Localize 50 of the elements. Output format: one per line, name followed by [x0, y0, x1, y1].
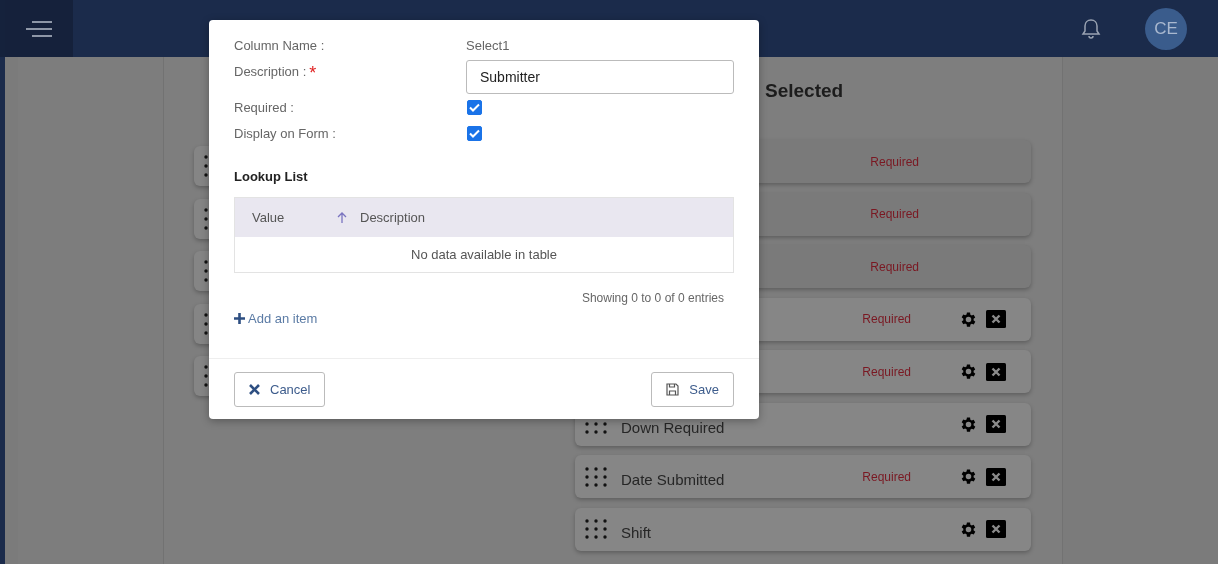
close-icon[interactable] [986, 520, 1006, 538]
save-icon [666, 382, 680, 396]
section-title: Lookup List [234, 169, 309, 184]
plus-icon [234, 313, 245, 324]
drag-handle-icon[interactable] [585, 519, 607, 539]
drag-handle-icon[interactable] [585, 466, 607, 487]
required-label: Required [870, 259, 919, 274]
checkbox[interactable] [467, 99, 482, 115]
field-label: Date Submitted [621, 470, 726, 488]
field-label: Column Name : [234, 37, 326, 53]
empty-table-message: No data available in table [411, 247, 557, 262]
field-card[interactable]: Shift [575, 507, 1031, 551]
cancel-button[interactable]: Cancel [234, 371, 326, 407]
close-icon[interactable] [986, 362, 1006, 381]
drag-handle-icon[interactable] [204, 207, 208, 230]
close-icon [249, 383, 260, 395]
close-icon[interactable] [986, 310, 1006, 328]
field-label: Display on Form : [234, 125, 337, 141]
add-item-link[interactable]: Add an item [234, 311, 318, 326]
settings-icon[interactable] [959, 362, 978, 381]
save-button[interactable]: Save [651, 371, 734, 407]
settings-icon[interactable] [959, 414, 978, 434]
field-label: Shift [621, 522, 652, 541]
panel-title: Selected [765, 80, 844, 103]
drag-handle-icon[interactable] [204, 260, 208, 282]
menu-icon [25, 20, 53, 37]
settings-icon[interactable] [959, 309, 978, 329]
column-header[interactable]: Value [252, 210, 285, 225]
required-label: Required [862, 364, 911, 379]
close-icon[interactable] [986, 467, 1006, 486]
field-label: Required : [234, 99, 295, 115]
drag-handle-icon[interactable] [204, 155, 208, 177]
field-label: Down Required [621, 417, 726, 436]
checkbox[interactable] [467, 125, 482, 141]
required-label: Required [862, 312, 911, 326]
required-label: Required [870, 207, 919, 221]
column-header[interactable]: Description [360, 197, 734, 237]
bell-icon[interactable] [1081, 17, 1101, 40]
menu-button[interactable] [5, 0, 73, 57]
settings-icon[interactable] [959, 519, 978, 539]
required-label: Required [862, 469, 911, 484]
drag-handle-icon[interactable] [204, 312, 208, 335]
field-value: Select1 [466, 37, 511, 53]
field-card[interactable]: Date Submitted Required [575, 455, 1031, 498]
description-input[interactable]: Submitter [466, 60, 734, 94]
settings-icon[interactable] [959, 467, 978, 486]
close-icon[interactable] [986, 415, 1006, 433]
user-avatar[interactable]: CE [1145, 7, 1187, 50]
required-label: Required [870, 154, 919, 169]
drag-handle-icon[interactable] [204, 365, 208, 387]
